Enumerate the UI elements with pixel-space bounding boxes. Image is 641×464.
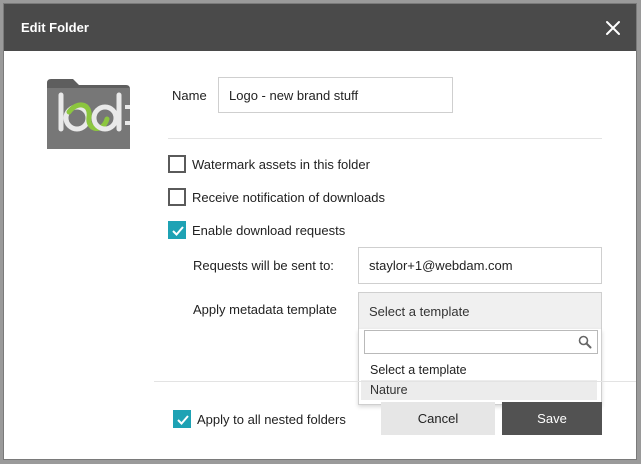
requests-recipient-value: staylor+1@webdam.com — [369, 258, 513, 273]
watermark-checkbox[interactable] — [168, 155, 186, 173]
nested-folders-label: Apply to all nested folders — [197, 412, 346, 427]
dialog-title: Edit Folder — [21, 20, 89, 35]
save-button[interactable]: Save — [502, 402, 602, 435]
check-icon — [172, 226, 184, 236]
download-requests-label: Enable download requests — [192, 223, 346, 238]
metadata-template-label: Apply metadata template — [193, 302, 337, 317]
metadata-template-selected: Select a template — [369, 304, 470, 319]
cancel-button[interactable]: Cancel — [381, 402, 495, 435]
name-label: Name — [172, 88, 207, 103]
watermark-label: Watermark assets in this folder — [192, 157, 370, 172]
metadata-template-dropdown: Select a template Nature — [358, 329, 602, 405]
edit-folder-dialog: Edit Folder Name Logo - new brand stuff — [3, 3, 637, 460]
search-icon — [578, 335, 592, 352]
nested-folders-checkbox[interactable] — [173, 410, 191, 428]
close-button[interactable] — [605, 20, 621, 36]
divider-footer — [154, 381, 636, 382]
folder-name-input[interactable]: Logo - new brand stuff — [218, 77, 453, 113]
metadata-template-select[interactable]: Select a template — [358, 292, 602, 330]
requests-recipient-input[interactable]: staylor+1@webdam.com — [358, 247, 602, 284]
close-icon — [606, 21, 620, 35]
folder-icon — [47, 79, 130, 149]
notify-downloads-label: Receive notification of downloads — [192, 190, 385, 205]
check-icon — [177, 415, 189, 425]
folder-name-value: Logo - new brand stuff — [229, 87, 359, 103]
download-requests-checkbox[interactable] — [168, 221, 186, 239]
requests-recipient-label: Requests will be sent to: — [193, 258, 334, 273]
notify-downloads-checkbox[interactable] — [168, 188, 186, 206]
dialog-titlebar: Edit Folder — [4, 4, 636, 51]
template-search-input[interactable] — [364, 330, 598, 354]
template-option[interactable]: Select a template — [361, 360, 597, 380]
template-option[interactable]: Nature — [361, 380, 597, 400]
divider-top — [168, 138, 602, 139]
